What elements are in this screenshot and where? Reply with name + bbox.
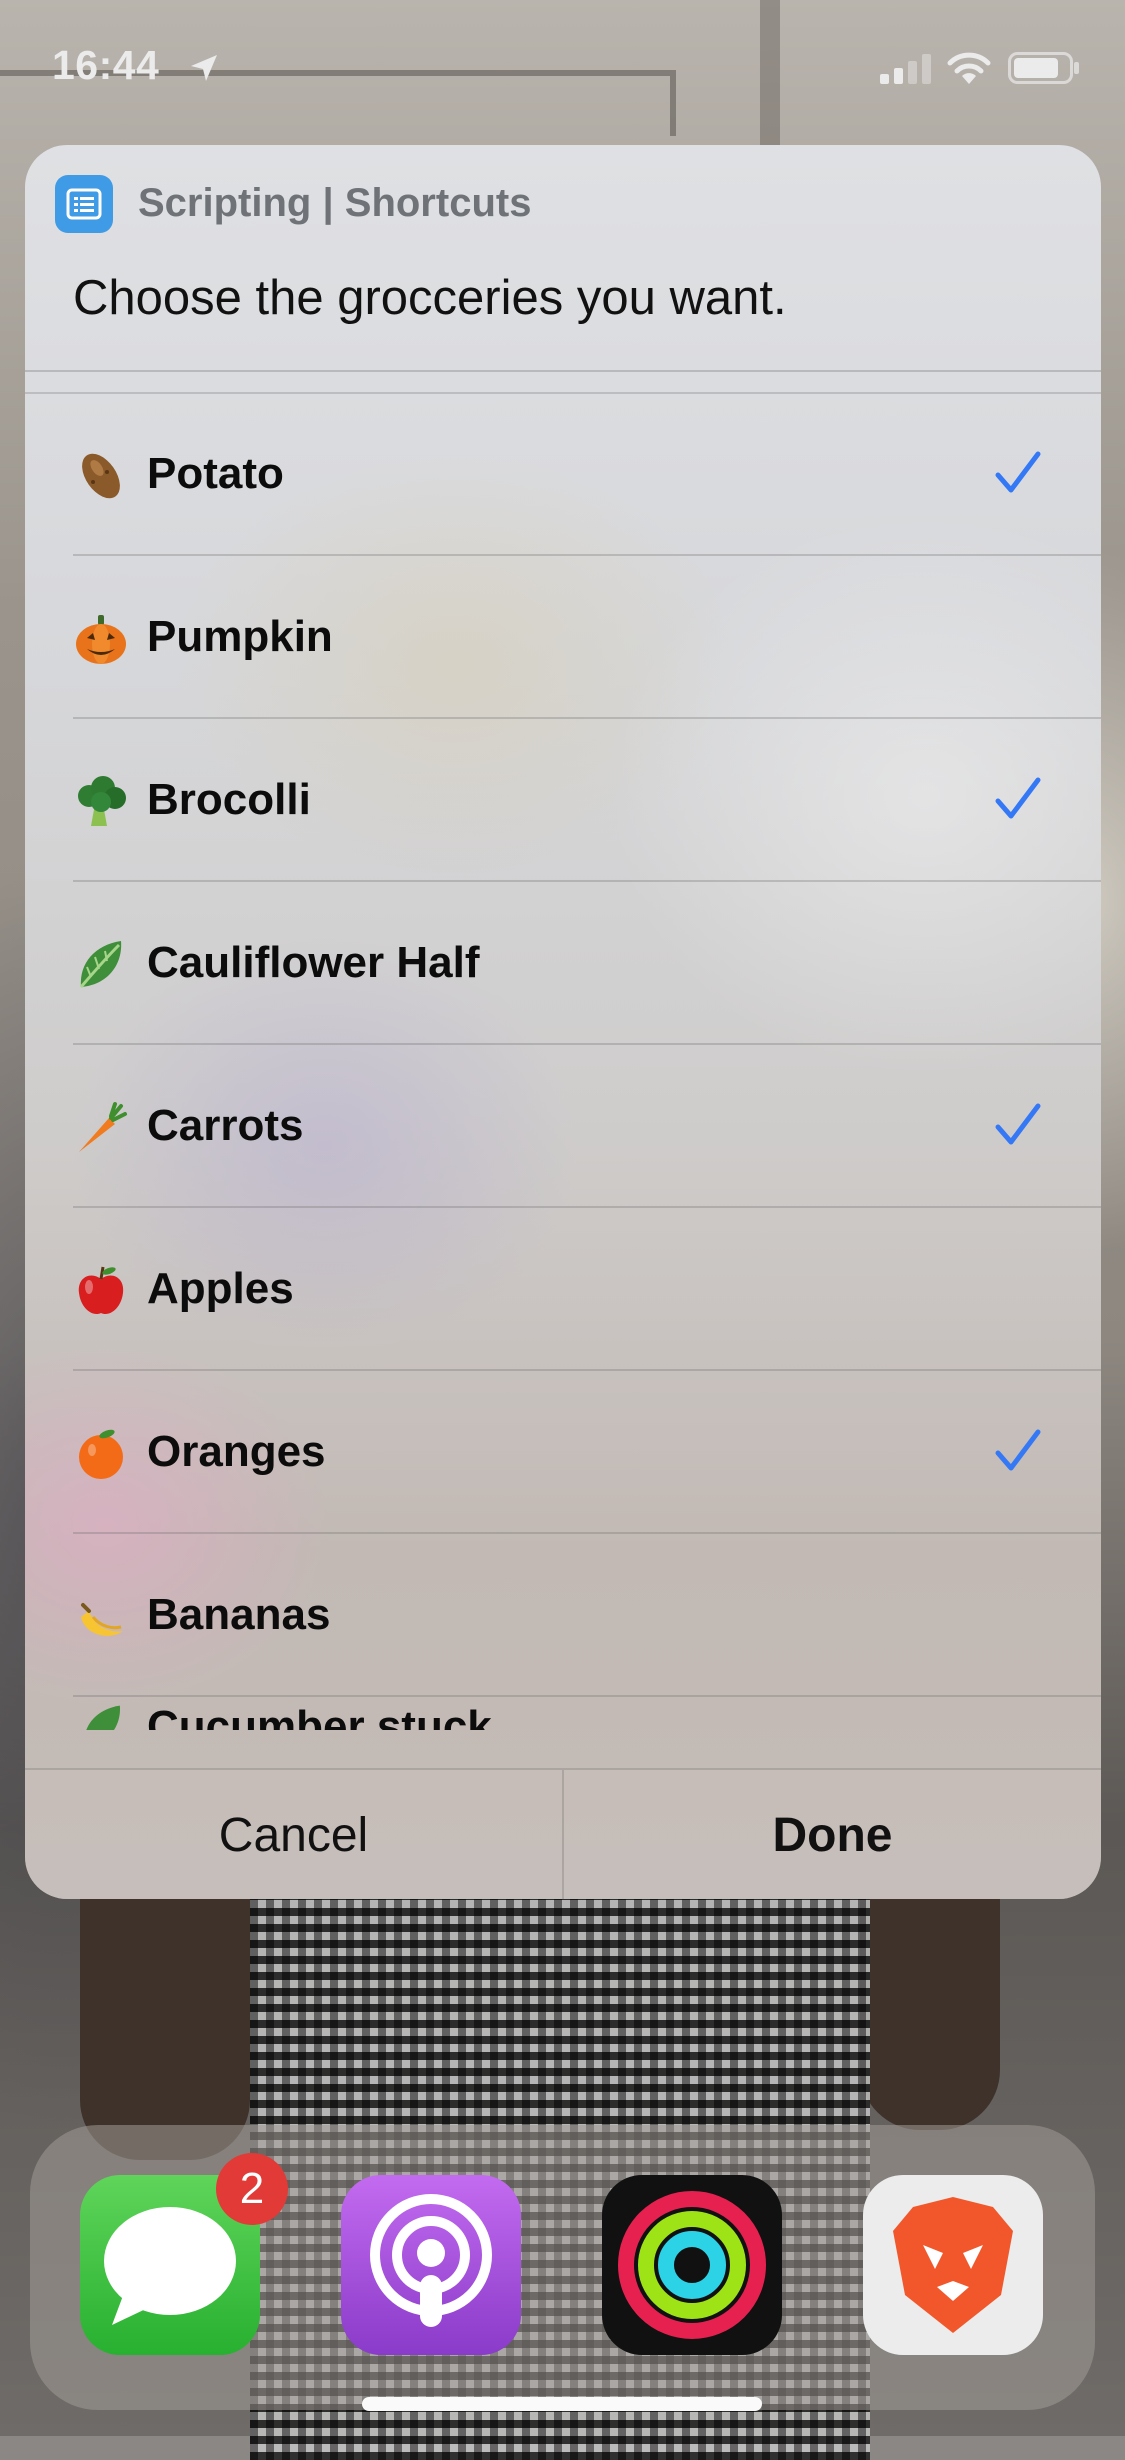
leafy-green-icon <box>79 941 122 988</box>
banana-icon <box>81 1603 123 1636</box>
dialog-actions: Cancel Done <box>25 1768 1101 1899</box>
list-item[interactable]: Bananas <box>25 1534 1101 1697</box>
location-arrow-icon <box>191 55 217 81</box>
list-item[interactable]: Pumpkin <box>25 556 1101 719</box>
fitness-app-icon[interactable] <box>602 2175 782 2355</box>
scripting-app-icon <box>55 175 113 233</box>
list-item[interactable]: Oranges <box>25 1371 1101 1534</box>
app-name: Scripting | Shortcuts <box>138 181 532 225</box>
checkmark-icon <box>995 451 1041 493</box>
red-apple-icon <box>78 1266 124 1315</box>
jack-o-lantern-icon <box>76 615 126 664</box>
list-item-label: Bananas <box>147 1590 331 1639</box>
list-item-label: Carrots <box>147 1101 304 1150</box>
list-item-partial[interactable]: Cucumber stuck <box>25 1690 1101 1730</box>
list-item-label: Pumpkin <box>147 612 333 661</box>
header-divider <box>25 370 1101 372</box>
list-item[interactable]: Apples <box>25 1208 1101 1371</box>
list-item-label: Apples <box>147 1264 294 1313</box>
list-item-label: Potato <box>147 449 284 498</box>
cancel-button[interactable]: Cancel <box>25 1770 562 1899</box>
brave-app-icon[interactable] <box>863 2175 1043 2355</box>
podcasts-app-icon[interactable] <box>341 2175 521 2355</box>
list-item[interactable]: Carrots <box>25 1045 1101 1208</box>
potato-icon <box>82 453 120 499</box>
home-indicator[interactable] <box>362 2397 762 2411</box>
broccoli-icon <box>78 776 126 826</box>
dock <box>30 2125 1095 2410</box>
dialog-prompt: Choose the grocceries you want. <box>73 271 787 325</box>
cellular-signal-icon <box>880 54 931 84</box>
checkmark-icon <box>995 1103 1041 1145</box>
orange-icon <box>79 1429 123 1479</box>
checkmark-icon <box>995 1429 1041 1471</box>
checkmark-icon <box>995 777 1041 819</box>
list-item-label: Oranges <box>147 1427 326 1476</box>
choose-from-list-dialog: Scripting | Shortcuts Choose the groccer… <box>25 145 1101 1899</box>
background-arm-right <box>860 1880 1000 2130</box>
list-item-label: Brocolli <box>147 775 311 824</box>
list-item-label: Cucumber stuck <box>147 1702 492 1730</box>
leafy-green-icon <box>86 1705 120 1730</box>
list-item-label: Cauliflower Half <box>147 938 480 987</box>
done-button[interactable]: Done <box>564 1770 1101 1899</box>
carrot-icon <box>79 1102 127 1152</box>
list-item[interactable]: Cauliflower Half <box>25 882 1101 1045</box>
list-item[interactable]: Potato <box>25 393 1101 556</box>
messages-badge: 2 <box>216 2153 288 2225</box>
wifi-icon <box>947 52 991 84</box>
battery-icon <box>1008 52 1079 84</box>
grocery-list: Potato Pumpkin Brocolli Cauliflower Half… <box>25 393 1101 1899</box>
status-time: 16:44 <box>52 42 160 88</box>
list-item[interactable]: Brocolli <box>25 719 1101 882</box>
background-arm-left <box>80 1880 250 2160</box>
dialog-header: Scripting | Shortcuts Choose the groccer… <box>25 145 1101 370</box>
status-bar: 16:44 <box>0 0 1125 140</box>
